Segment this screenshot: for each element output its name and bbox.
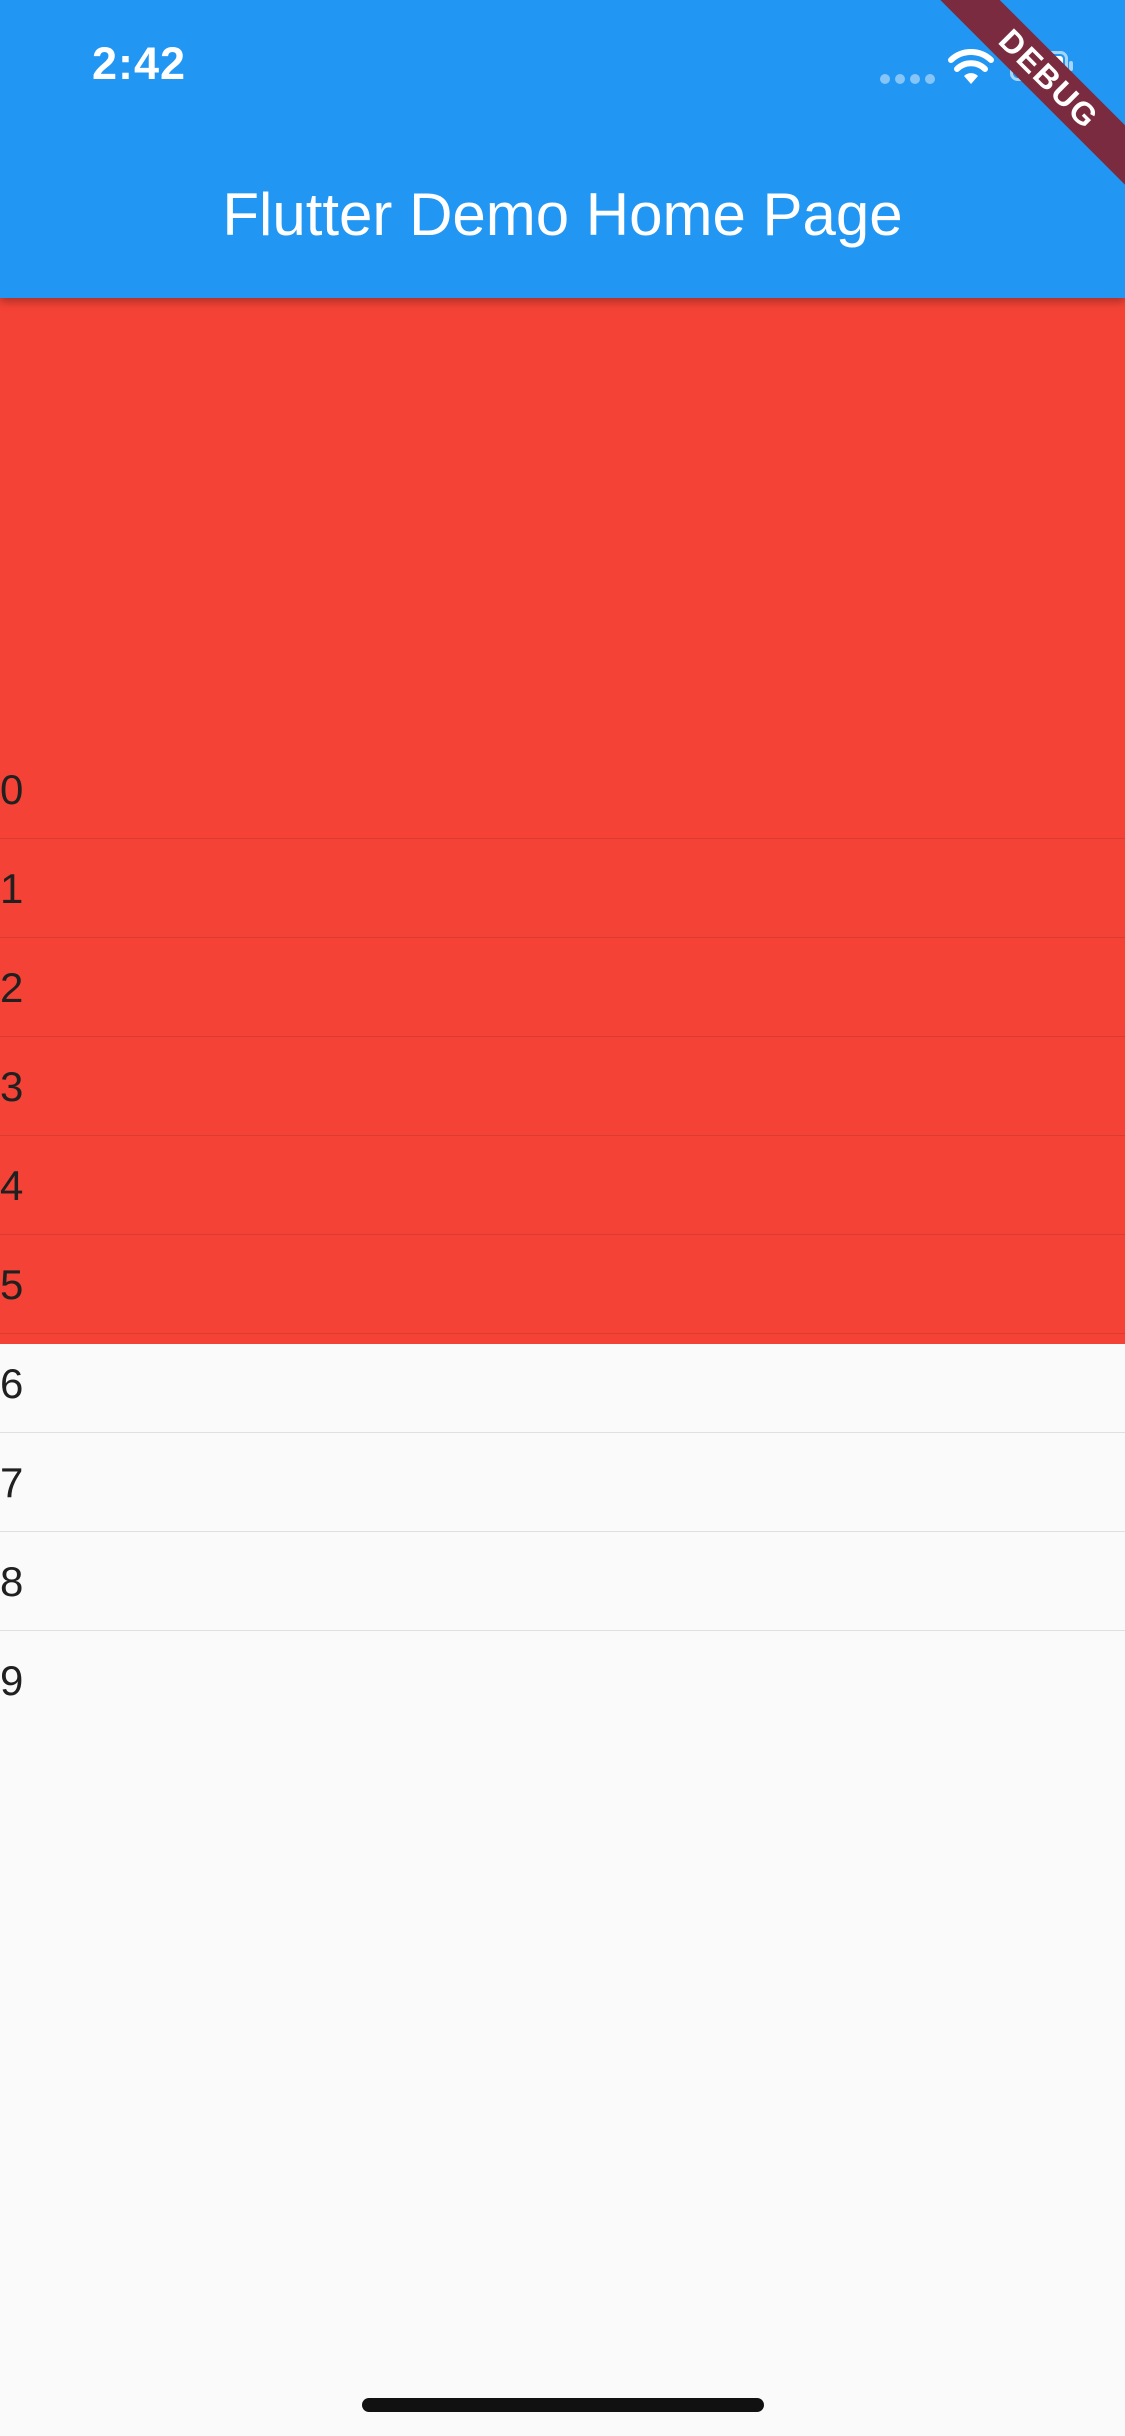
list-item[interactable]: 7	[0, 1433, 1125, 1532]
debug-banner-label: DEBUG	[935, 0, 1125, 193]
list-item-label: 7	[0, 1459, 24, 1506]
list-item[interactable]: 0	[0, 740, 1125, 839]
list-item-label: 3	[0, 1063, 24, 1110]
screen: 2:42 Flutter Demo Home Page 0 1 2 3 4 5 …	[0, 0, 1125, 2436]
item-list: 0 1 2 3 4 5 6 7 8 9	[0, 740, 1125, 1730]
list-item-label: 9	[0, 1657, 24, 1704]
home-indicator[interactable]	[362, 2398, 764, 2412]
list-item-label: 5	[0, 1261, 24, 1308]
list-item-label: 2	[0, 964, 24, 1011]
list-item[interactable]: 8	[0, 1532, 1125, 1631]
list-item-label: 8	[0, 1558, 24, 1605]
list-item-label: 6	[0, 1360, 24, 1407]
list-item-label: 0	[0, 766, 24, 813]
list-item-label: 4	[0, 1162, 24, 1209]
list-item[interactable]: 2	[0, 938, 1125, 1037]
list-item[interactable]: 3	[0, 1037, 1125, 1136]
list-item[interactable]: 4	[0, 1136, 1125, 1235]
status-time: 2:42	[92, 38, 187, 89]
list-item[interactable]: 9	[0, 1631, 1125, 1730]
list-item[interactable]: 5	[0, 1235, 1125, 1334]
debug-banner: DEBUG	[925, 0, 1125, 200]
list-item-label: 1	[0, 865, 24, 912]
list-item[interactable]: 1	[0, 839, 1125, 938]
list-item[interactable]: 6	[0, 1334, 1125, 1433]
